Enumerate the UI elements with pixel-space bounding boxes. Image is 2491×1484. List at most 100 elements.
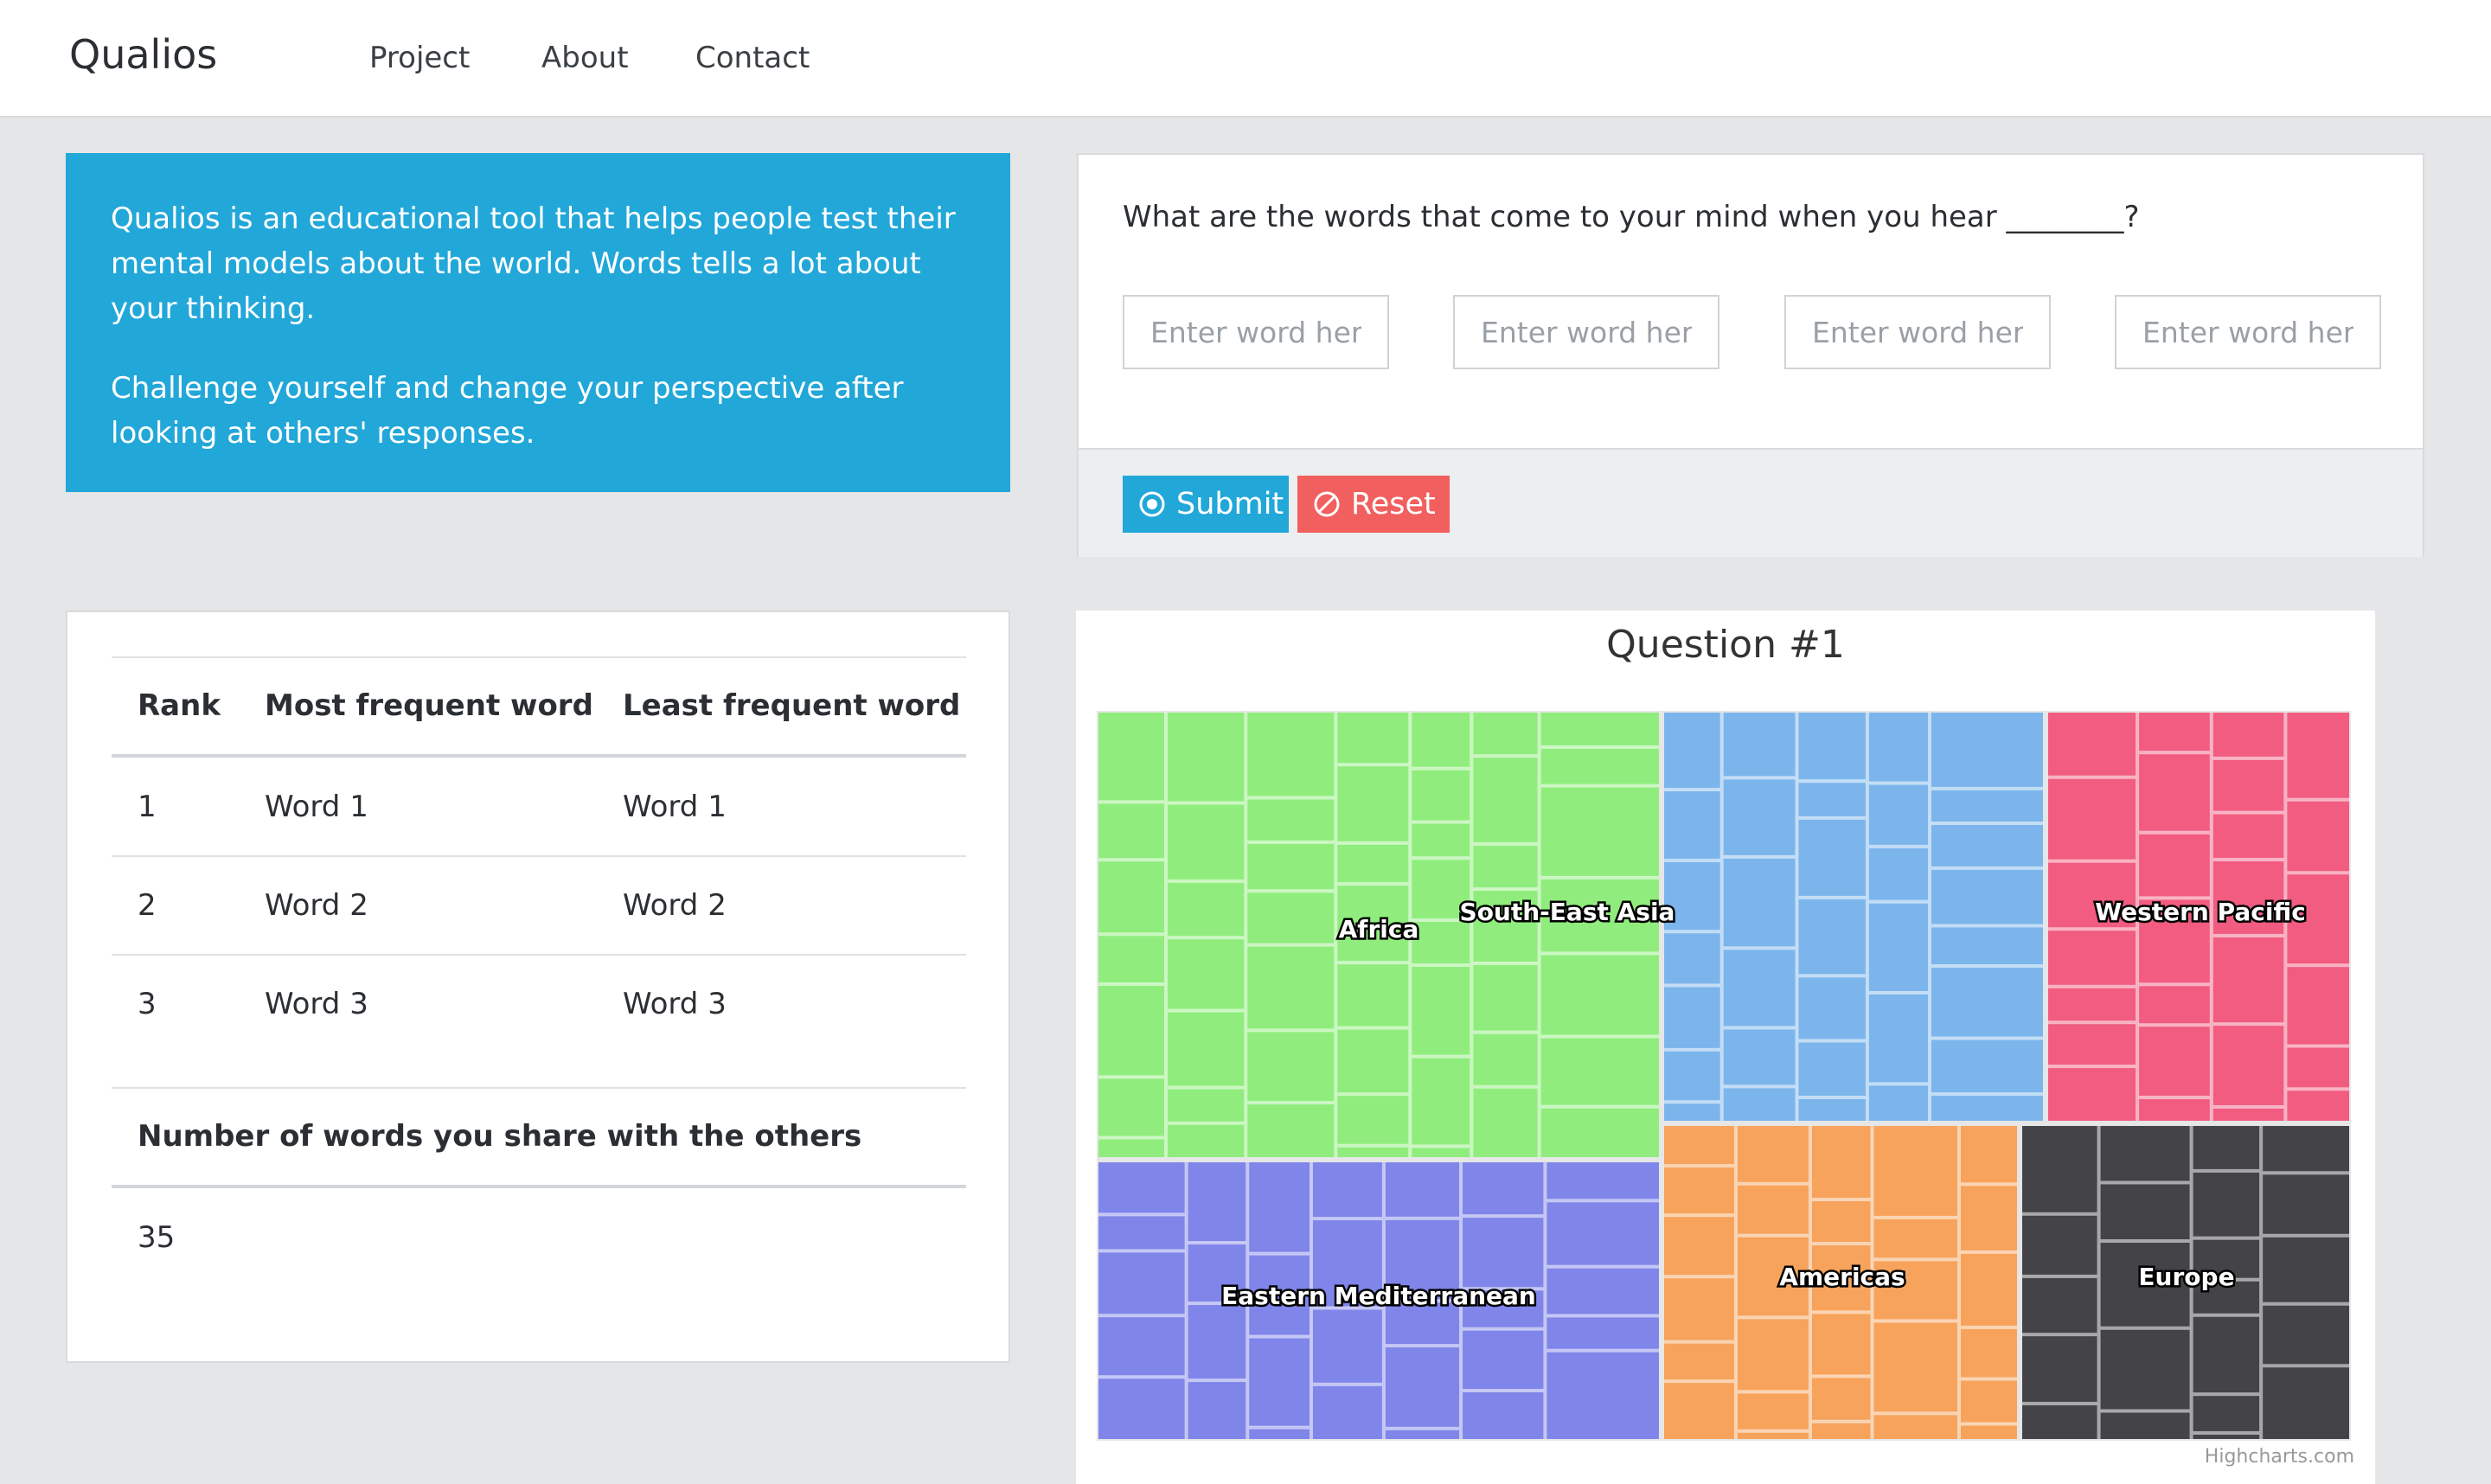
treemap-leaf[interactable] [1471,711,1540,757]
treemap-leaf[interactable] [1809,1421,1873,1441]
treemap-leaf[interactable] [2046,986,2138,1023]
treemap-leaf[interactable] [1735,1430,1810,1441]
treemap-leaf[interactable] [1539,785,1661,878]
treemap-leaf[interactable] [1545,1200,1662,1267]
treemap-leaf[interactable] [1930,823,2045,868]
treemap-leaf[interactable] [1165,1010,1246,1088]
treemap-leaf[interactable] [1335,1027,1411,1095]
treemap-leaf[interactable] [2020,1334,2099,1404]
treemap-leaf[interactable] [1662,1166,1736,1216]
treemap-leaf[interactable] [1796,897,1867,976]
treemap-leaf[interactable] [1721,1027,1797,1087]
treemap-leaf[interactable] [1471,1086,1540,1159]
treemap-leaf[interactable] [1721,711,1797,778]
treemap-leaf[interactable] [1796,711,1867,782]
treemap-leaf[interactable] [1335,1094,1411,1146]
treemap-leaf[interactable] [2098,1124,2192,1183]
word-input-3[interactable] [1784,295,2051,369]
treemap-leaf[interactable] [1662,985,1722,1050]
treemap-leaf[interactable] [1958,1184,2020,1252]
treemap-leaf[interactable] [2285,965,2351,1046]
treemap-leaf[interactable] [2211,935,2286,1025]
treemap-leaf[interactable] [1471,756,1540,844]
treemap-leaf[interactable] [1809,1312,1873,1377]
treemap-leaf[interactable] [2020,1404,2099,1441]
treemap-leaf[interactable] [1097,1315,1187,1378]
treemap-leaf[interactable] [1311,1384,1384,1441]
treemap-leaf[interactable] [1539,953,1661,1037]
treemap-leaf[interactable] [1735,1124,1810,1184]
treemap-leaf[interactable] [2137,1097,2212,1123]
treemap-leaf[interactable] [1097,1251,1187,1316]
treemap-leaf[interactable] [1097,1161,1187,1215]
treemap-leaf[interactable] [1165,1123,1246,1159]
treemap-leaf[interactable] [1311,1308,1384,1385]
treemap-leaf[interactable] [1471,963,1540,1033]
treemap-leaf[interactable] [1246,711,1336,798]
treemap-leaf[interactable] [2211,1106,2286,1123]
treemap-leaf[interactable] [1796,817,1867,898]
treemap-leaf[interactable] [1410,1056,1472,1147]
treemap-region-africa[interactable]: Africa [1097,711,1662,1161]
treemap-leaf[interactable] [1867,901,1931,993]
treemap-leaf[interactable] [1662,1341,1736,1382]
treemap-leaf[interactable] [2285,1046,2351,1090]
treemap-leaf[interactable] [1097,1137,1166,1159]
treemap-leaf[interactable] [1246,944,1336,1031]
treemap-leaf[interactable] [1097,984,1166,1078]
treemap-leaf[interactable] [1721,948,1797,1028]
treemap-chart[interactable]: Africa South-East Asia Western Pacific East… [1097,711,2351,1441]
treemap-leaf[interactable] [2261,1366,2351,1441]
treemap-leaf[interactable] [2046,1022,2138,1067]
treemap-leaf[interactable] [1809,1376,1873,1422]
treemap-leaf[interactable] [1545,1161,1662,1201]
treemap-leaf[interactable] [1872,1217,1959,1260]
treemap-leaf[interactable] [2098,1410,2192,1441]
treemap-leaf[interactable] [1867,711,1931,784]
treemap-leaf[interactable] [1809,1199,1873,1244]
treemap-leaf[interactable] [1410,711,1472,769]
treemap-leaf[interactable] [1097,860,1166,935]
treemap-leaf[interactable] [1867,846,1931,902]
treemap-leaf[interactable] [2211,758,2286,813]
treemap-leaf[interactable] [1246,891,1336,945]
treemap-leaf[interactable] [1545,1266,1662,1316]
treemap-leaf[interactable] [1247,1161,1312,1254]
treemap-leaf[interactable] [1662,1049,1722,1103]
submit-button[interactable]: Submit [1123,476,1289,533]
treemap-leaf[interactable] [1461,1328,1546,1391]
treemap-leaf[interactable] [1410,1146,1472,1159]
treemap-leaf[interactable] [1930,1038,2045,1095]
treemap-leaf[interactable] [1247,1336,1312,1428]
treemap-leaf[interactable] [2137,752,2212,833]
treemap-leaf[interactable] [1471,1032,1540,1087]
treemap-leaf[interactable] [2191,1124,2262,1171]
treemap-leaf[interactable] [1721,856,1797,949]
treemap-leaf[interactable] [1867,783,1931,847]
word-input-2[interactable] [1453,295,1719,369]
treemap-leaf[interactable] [1662,1215,1736,1277]
treemap-leaf[interactable] [1335,764,1411,843]
treemap-leaf[interactable] [1872,1321,1959,1414]
treemap-leaf[interactable] [2137,1025,2212,1098]
treemap-leaf[interactable] [1383,1161,1462,1219]
treemap-leaf[interactable] [2211,1024,2286,1107]
treemap-leaf[interactable] [1809,1124,1873,1200]
treemap-leaf[interactable] [1247,1427,1312,1441]
treemap-leaf[interactable] [1097,1377,1187,1441]
treemap-region-americas[interactable]: Americas [1661,1123,2020,1441]
treemap-leaf[interactable] [1662,1102,1722,1123]
treemap-leaf[interactable] [1410,768,1472,822]
treemap-leaf[interactable] [1735,1183,1810,1236]
treemap-leaf[interactable] [2020,1124,2099,1214]
treemap-leaf[interactable] [1311,1161,1384,1219]
treemap-leaf[interactable] [1246,841,1336,892]
treemap-leaf[interactable] [1662,931,1722,986]
treemap-leaf[interactable] [1335,711,1411,765]
treemap-leaf[interactable] [1721,777,1797,857]
treemap-leaf[interactable] [1796,975,1867,1041]
treemap-leaf[interactable] [1662,790,1722,860]
treemap-region-western-pacific[interactable]: Western Pacific [2045,711,2351,1124]
treemap-leaf[interactable] [1539,746,1661,786]
treemap-leaf[interactable] [1958,1423,2020,1441]
